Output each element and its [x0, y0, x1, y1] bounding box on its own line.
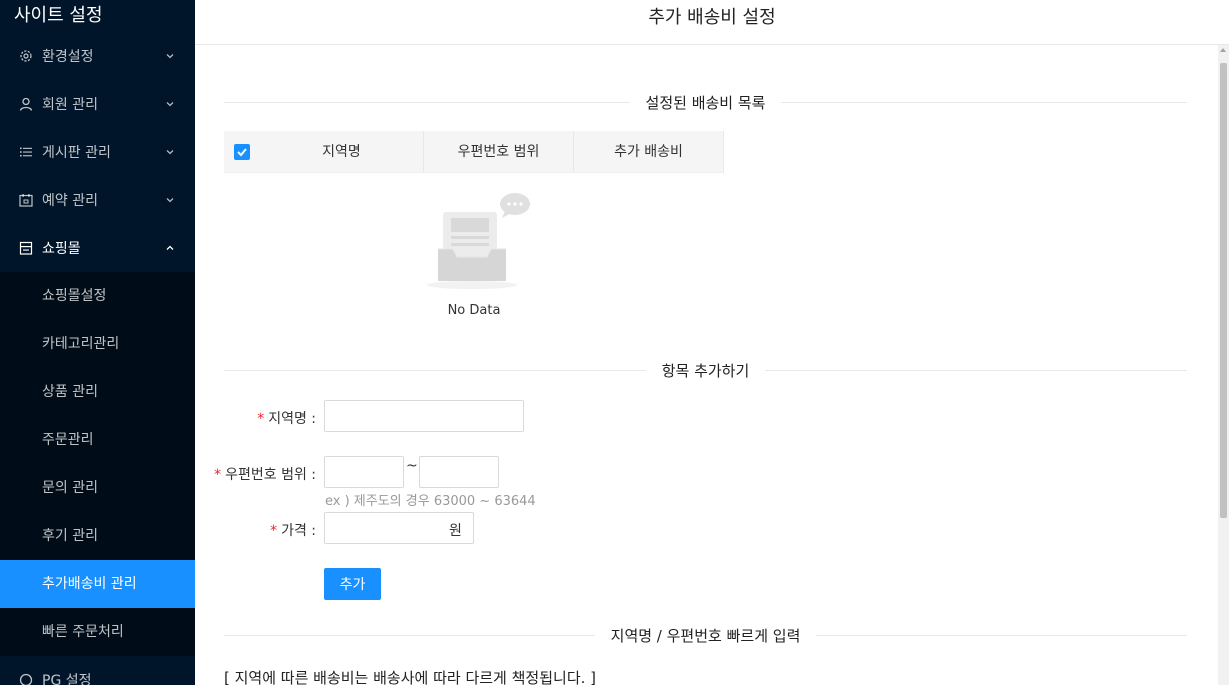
menu-item-board[interactable]: 게시판 관리 [0, 128, 195, 176]
page-header: 추가 배송비 설정 [195, 0, 1229, 45]
submenu-item-reviews[interactable]: 후기 관리 [0, 512, 195, 560]
menu-item-label: 회원 관리 [42, 97, 98, 113]
sidebar: 사이트 설정 환경설정 회원 관리 게시판 관리 예약 관리 쇼핑몰 쇼핑몰설정… [0, 0, 195, 685]
region-name-input[interactable] [324, 400, 524, 432]
user-icon [18, 96, 34, 112]
submenu-item-quick-orders[interactable]: 빠른 주문처리 [0, 608, 195, 656]
menu-item-pg[interactable]: PG 설정 [0, 656, 195, 685]
menu-item-label: 예약 관리 [42, 193, 98, 209]
menu-item-label: 환경설정 [42, 49, 94, 65]
menu-item-label: PG 설정 [42, 673, 92, 685]
vertical-scrollbar[interactable] [1218, 45, 1229, 685]
chevron-down-icon [166, 198, 174, 203]
site-title: 사이트 설정 [14, 5, 103, 26]
check-icon [237, 147, 247, 156]
submenu-item-shop-settings[interactable]: 쇼핑몰설정 [0, 272, 195, 320]
submenu-item-inquiries[interactable]: 문의 관리 [0, 464, 195, 512]
list-section-title: 설정된 배송비 목록 [645, 93, 766, 112]
add-section-title: 항목 추가하기 [661, 361, 750, 380]
shop-submenu: 쇼핑몰설정 카테고리관리 상품 관리 주문관리 문의 관리 후기 관리 추가배송… [0, 272, 195, 656]
add-button[interactable]: 추가 [324, 568, 381, 600]
price-label: * 가격 : [270, 523, 316, 539]
menu-item-settings[interactable]: 환경설정 [0, 32, 195, 80]
empty-state-text: No Data [447, 303, 501, 318]
column-header-region: 지역명 [260, 130, 424, 173]
menu-item-label: 쇼핑몰 [42, 241, 81, 257]
table-header: 지역명 우편번호 범위 추가 배송비 [224, 130, 724, 173]
chevron-down-icon [166, 150, 174, 155]
quick-section-divider: 지역명 / 우편번호 빠르게 입력 [224, 625, 1187, 645]
chevron-down-icon [166, 102, 174, 107]
add-section-divider: 항목 추가하기 [224, 360, 1187, 380]
main-content: 설정된 배송비 목록 지역명 우편번호 범위 추가 배송비 No Data 항목… [195, 46, 1218, 685]
submenu-item-orders[interactable]: 주문관리 [0, 416, 195, 464]
page-title: 추가 배송비 설정 [648, 7, 776, 28]
scroll-up-arrow-icon[interactable] [1220, 48, 1226, 52]
chevron-down-icon [166, 54, 174, 59]
submenu-item-products[interactable]: 상품 관리 [0, 368, 195, 416]
postal-range-label: * 우편번호 범위 : [214, 467, 316, 483]
postal-hint: ex ) 제주도의 경우 63000 ~ 63644 [325, 494, 536, 509]
region-label: * 지역명 : [257, 411, 316, 427]
scroll-thumb[interactable] [1220, 63, 1227, 518]
empty-inbox-icon [427, 193, 530, 289]
submenu-item-category[interactable]: 카테고리관리 [0, 320, 195, 368]
required-marker: * [214, 467, 222, 483]
shop-icon [18, 240, 34, 256]
menu-item-reservation[interactable]: 예약 관리 [0, 176, 195, 224]
select-all-checkbox[interactable] [234, 143, 250, 160]
range-separator: ~ [406, 458, 418, 474]
gear-icon [18, 48, 34, 64]
list-section-divider: 설정된 배송비 목록 [224, 92, 1187, 112]
chevron-up-icon [166, 245, 174, 250]
shipping-note: [ 지역에 따른 배송비는 배송사에 따라 다르게 책정됩니다. ] [224, 669, 597, 685]
menu-item-members[interactable]: 회원 관리 [0, 80, 195, 128]
list-icon [18, 144, 34, 160]
price-suffix: 원 [449, 523, 462, 539]
column-header-postal-range: 우편번호 범위 [424, 130, 574, 173]
column-header-extra-fee: 추가 배송비 [574, 130, 724, 173]
required-marker: * [257, 411, 265, 427]
required-marker: * [270, 523, 278, 539]
quick-section-title: 지역명 / 우편번호 빠르게 입력 [610, 626, 801, 645]
menu-item-shop[interactable]: 쇼핑몰 [0, 224, 195, 272]
postal-start-input[interactable] [324, 456, 404, 488]
menu-item-label: 게시판 관리 [42, 145, 111, 161]
postal-end-input[interactable] [419, 456, 499, 488]
submenu-item-extra-shipping[interactable]: 추가배송비 관리 [0, 560, 195, 608]
calendar-icon [18, 192, 34, 208]
pg-icon [18, 672, 34, 685]
